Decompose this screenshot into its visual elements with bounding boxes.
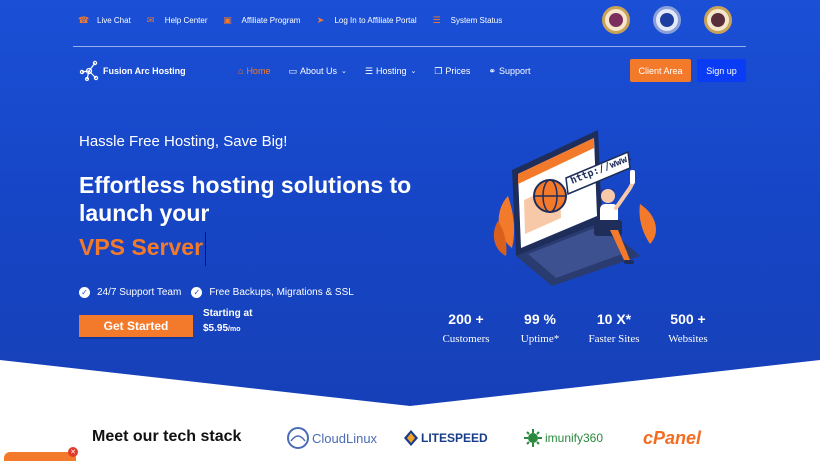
stat-customers: 200 + Customers	[430, 311, 502, 345]
hero-illustration: http://www.	[493, 130, 656, 286]
brand-name: Fusion Arc Hosting	[103, 66, 186, 76]
topbar-affiliate-program[interactable]: ▣ Affiliate Program	[222, 15, 300, 25]
cloudlinux-icon	[287, 427, 309, 449]
phone-icon: ☎	[78, 15, 90, 25]
nav-home[interactable]: ⌂ Home	[238, 66, 270, 76]
imunify-logo: imunify360	[524, 425, 603, 451]
topbar-affiliate-program-label: Affiliate Program	[241, 15, 301, 25]
trust-badges	[602, 6, 755, 34]
topbar-system-status-label: System Status	[450, 15, 503, 25]
feature-label: 24/7 Support Team	[97, 287, 182, 298]
stat-value: 10 X*	[596, 311, 632, 327]
list-icon: ☰	[432, 15, 441, 25]
nav-home-label: Home	[246, 66, 271, 76]
document-icon: ❐	[434, 65, 443, 76]
sign-up-button[interactable]: Sign up	[697, 59, 746, 82]
nav-hosting-label: Hosting	[375, 66, 407, 76]
starting-price: Starting at $5.95/mo	[203, 308, 252, 334]
feature-item: ✓ Free Backups, Migrations & SSL	[191, 287, 354, 298]
stat-value: 200 +	[448, 311, 484, 327]
hero-typed-word: VPS Server	[79, 234, 204, 260]
nav-hosting[interactable]: ☰ Hosting ⌄	[365, 66, 416, 77]
nav-about-us-label: About Us	[299, 66, 337, 76]
litespeed-text: LITESPEED	[421, 431, 488, 445]
monitor-icon: ▣	[223, 15, 232, 25]
chevron-down-icon: ⌄	[341, 68, 347, 75]
stat-label: Websites	[668, 333, 708, 345]
top-bar: ☎ Live Chat ✉ Help Center ▣ Affiliate Pr…	[78, 8, 517, 32]
paper-plane-icon: ➤	[316, 15, 325, 25]
price-value: $5.95	[203, 323, 229, 334]
stat-label: Customers	[442, 333, 490, 345]
stat-label: Faster Sites	[588, 333, 640, 345]
litespeed-icon	[404, 430, 418, 446]
imunify-text: imunify360	[545, 431, 604, 445]
home-icon: ⌂	[238, 66, 244, 76]
award-badge-icon	[704, 6, 732, 34]
tech-stack-title: Meet our tech stack	[92, 428, 242, 445]
price-unit: /mo	[228, 326, 241, 333]
envelope-icon: ✉	[147, 15, 155, 25]
main-nav: ⌂ Home ▭ About Us ⌄ ☰ Hosting ⌄ ❐ Prices…	[238, 62, 549, 80]
award-badge-icon	[602, 6, 630, 34]
nav-prices-label: Prices	[445, 66, 471, 76]
nav-prices[interactable]: ❐ Prices	[434, 66, 470, 77]
chevron-down-icon: ⌄	[410, 68, 417, 75]
hero-wave	[0, 360, 820, 408]
server-icon: ☰	[364, 65, 373, 76]
hero-section: ☎ Live Chat ✉ Help Center ▣ Affiliate Pr…	[0, 0, 820, 408]
topbar-live-chat[interactable]: ☎ Live Chat	[78, 15, 131, 25]
imunify-icon	[524, 429, 542, 447]
check-circle-icon: ✓	[79, 287, 90, 298]
headset-icon: ⚭	[488, 65, 496, 76]
hero-features: ✓ 24/7 Support Team ✓ Free Backups, Migr…	[79, 287, 364, 298]
check-circle-icon: ✓	[191, 287, 203, 298]
nav-support[interactable]: ⚭ Support	[488, 66, 530, 77]
cloudlinux-text: CloudLinux	[312, 430, 378, 446]
litespeed-logo: LITESPEED	[404, 425, 488, 451]
client-area-button[interactable]: Client Area	[630, 59, 691, 82]
topbar-affiliate-login-label: Log In to Affiliate Portal	[334, 15, 417, 25]
stat-value: 99 %	[524, 311, 556, 327]
wordpress-badge-icon	[653, 6, 681, 34]
stat-value: 500 +	[670, 311, 706, 327]
chat-widget-button[interactable]	[4, 452, 76, 461]
nav-support-label: Support	[498, 66, 531, 76]
feature-item: ✓ 24/7 Support Team	[79, 287, 181, 298]
cpanel-logo: cPanel	[643, 425, 701, 451]
topbar-help-center-label: Help Center	[164, 15, 208, 25]
stat-uptime: 99 % Uptime*	[504, 311, 576, 345]
brand-logo[interactable]: Fusion Arc Hosting	[78, 60, 186, 82]
topbar-system-status[interactable]: ☰ System Status	[432, 15, 503, 25]
typing-cursor	[205, 232, 206, 266]
cloudlinux-logo: CloudLinux	[286, 425, 377, 451]
feature-label: Free Backups, Migrations & SSL	[209, 287, 354, 298]
header-divider	[73, 46, 746, 47]
topbar-live-chat-label: Live Chat	[97, 15, 131, 25]
nav-about-us[interactable]: ▭ About Us ⌄	[288, 66, 346, 77]
stat-label: Uptime*	[520, 333, 560, 345]
get-started-button[interactable]: Get Started	[79, 315, 193, 337]
stat-faster-sites: 10 X* Faster Sites	[578, 311, 650, 345]
cpanel-text: cPanel	[643, 427, 702, 448]
stat-websites: 500 + Websites	[652, 311, 724, 345]
hero-headline: Effortless hosting solutions to launch y…	[79, 172, 412, 226]
network-logo-icon	[79, 60, 99, 82]
topbar-affiliate-login[interactable]: ➤ Log In to Affiliate Portal	[315, 15, 417, 25]
price-label: Starting at	[203, 308, 253, 319]
close-icon[interactable]: ✕	[68, 447, 78, 457]
stats-row: 200 + Customers 99 % Uptime* 10 X* Faste…	[430, 311, 726, 345]
hero-tagline: Hassle Free Hosting, Save Big!	[79, 133, 288, 150]
price-value-row: $5.95/mo	[203, 323, 252, 334]
topbar-help-center[interactable]: ✉ Help Center	[146, 15, 208, 25]
desktop-icon: ▭	[288, 65, 297, 76]
